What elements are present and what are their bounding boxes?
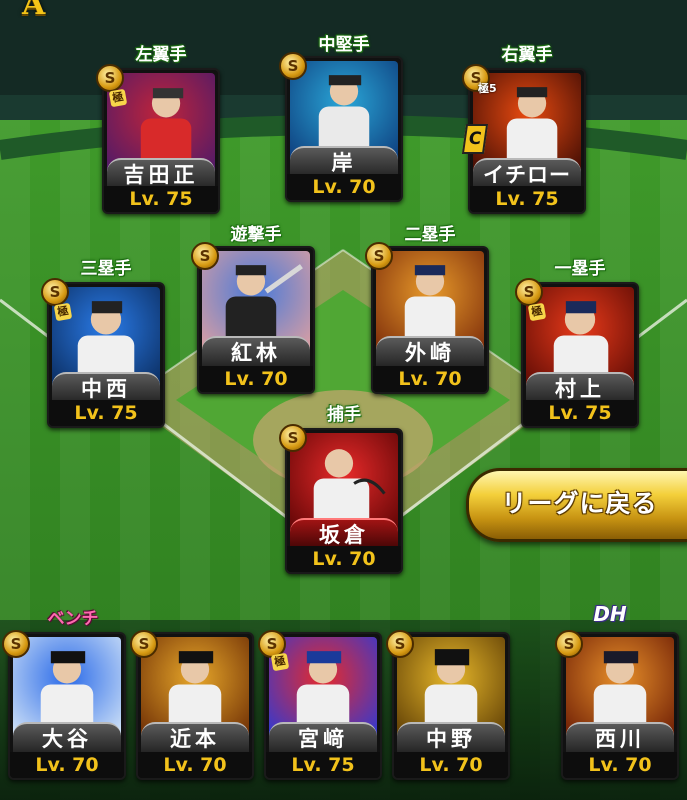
lineup-slot-catcher[interactable]: 捕手 坂倉 Lv. 70 S [279,400,403,574]
player-card[interactable]: 紅林 Lv. 70 [197,246,315,394]
rank-s-icon: S [130,630,158,658]
lineup-slot-shortstop[interactable]: 遊撃手 紅林 Lv. 70 S [191,220,315,394]
position-label: 右翼手 [501,45,553,65]
kiwami-icon: 極 [270,652,290,672]
lineup-slot-second-base[interactable]: 二塁手 外崎 Lv. 70 S [365,220,489,394]
rank-s-icon: S [2,630,30,658]
captain-c-icon: C [461,124,489,154]
lineup-slot-left-field[interactable]: 左翼手 吉田正 Lv. 75 S 極 [96,40,220,214]
bench-slot-3[interactable]: 宮﨑 Lv. 75 S 極 [258,630,382,800]
position-label: 二塁手 [404,225,456,245]
rank-s-icon: S [279,424,307,452]
player-card[interactable]: 近本 Lv. 70 [136,632,254,780]
player-card[interactable]: 大谷 Lv. 70 [8,632,126,780]
kiwami-icon: 極 [108,88,128,108]
player-card[interactable]: 中野 Lv. 70 [392,632,510,780]
player-card[interactable]: 西川 Lv. 70 [561,632,679,780]
player-level: Lv. 70 [199,366,313,392]
player-name: 外崎 [376,336,484,370]
position-label: 捕手 [327,405,361,425]
player-level: Lv. 70 [287,174,401,200]
rank-s-icon: S [555,630,583,658]
dh-label: DH [593,602,627,626]
bench-label: ベンチ [47,609,99,629]
kiwami-icon: 極 [53,302,73,322]
lineup-slot-third-base[interactable]: 三塁手 中西 Lv. 75 S 極 [41,254,165,428]
bench-slot-1[interactable]: 大谷 Lv. 70 S [2,630,126,800]
rank-s-icon: S [279,52,307,80]
player-level: Lv. 70 [138,752,252,778]
lineup-slot-right-field[interactable]: 右翼手 イチロー Lv. 75 S 極5 C [461,40,586,214]
player-level: Lv. 75 [266,752,380,778]
rank-s-icon: S [96,64,124,92]
bench-slot-4[interactable]: 中野 Lv. 70 S [386,630,510,800]
kiwami-icon: 極 [527,302,547,322]
player-name: 西川 [566,722,674,756]
dh-slot[interactable]: 西川 Lv. 70 S [555,630,679,800]
player-name: 中野 [397,722,505,756]
position-label: 三塁手 [80,259,132,279]
rank-s-icon: S [386,630,414,658]
player-name: 宮﨑 [269,722,377,756]
player-level: Lv. 70 [10,752,124,778]
player-name: 紅林 [202,336,310,370]
rank-s-icon: S [41,278,69,306]
player-card[interactable]: 坂倉 Lv. 70 [285,428,403,574]
team-grade-badge: A [22,0,46,22]
player-level: Lv. 75 [49,400,163,426]
player-level: Lv. 75 [470,186,584,212]
rarity-level-label: 極5 [478,82,497,95]
bench-slot-2[interactable]: 近本 Lv. 70 S [130,630,254,800]
lineup-slot-center-field[interactable]: 中堅手 岸 Lv. 70 S [279,30,403,202]
player-level: Lv. 70 [563,752,677,778]
player-level: Lv. 75 [104,186,218,212]
player-level: Lv. 70 [394,752,508,778]
player-name: 近本 [141,722,249,756]
return-to-league-button[interactable]: リーグに戻る [466,468,687,542]
player-name: 大谷 [13,722,121,756]
player-level: Lv. 75 [523,400,637,426]
rank-s-icon: S [191,242,219,270]
position-label: 中堅手 [318,35,370,55]
player-card[interactable]: 岸 Lv. 70 [285,56,403,202]
position-label: 一塁手 [554,259,606,279]
player-level: Lv. 70 [373,366,487,392]
position-label: 左翼手 [135,45,187,65]
player-level: Lv. 70 [287,546,401,572]
player-card[interactable]: 外崎 Lv. 70 [371,246,489,394]
rank-s-icon: S [515,278,543,306]
rank-s-icon: S [365,242,393,270]
lineup-slot-first-base[interactable]: 一塁手 村上 Lv. 75 S 極 [515,254,639,428]
position-label: 遊撃手 [230,225,282,245]
